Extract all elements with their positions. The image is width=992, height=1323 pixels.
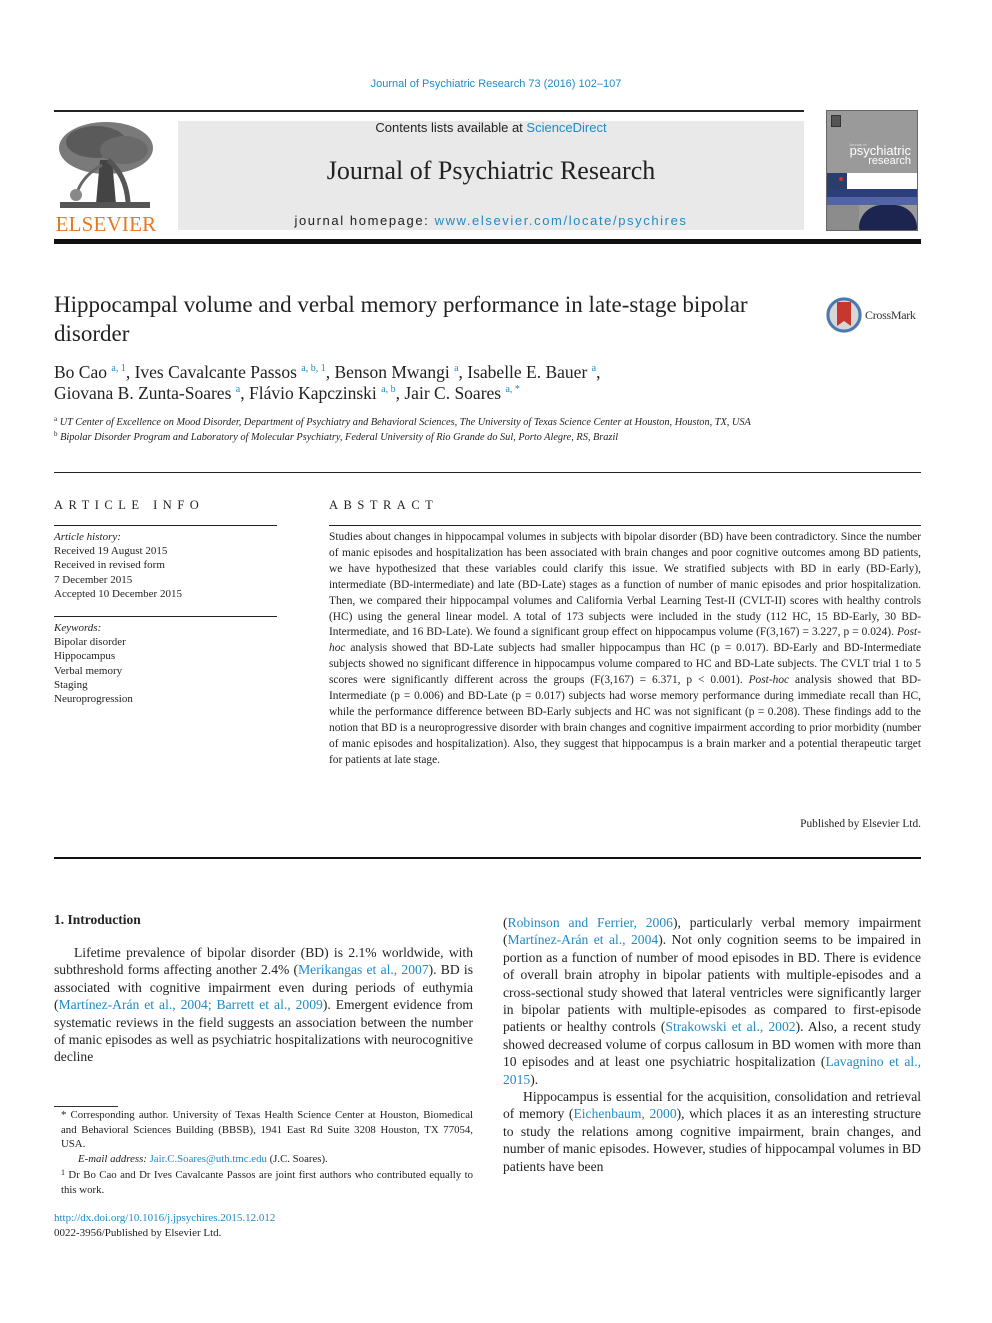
history-label: Article history:	[54, 531, 121, 543]
doi-link[interactable]: http://dx.doi.org/10.1016/j.jpsychires.2…	[54, 1212, 275, 1224]
abstract-heading: ABSTRACT	[329, 498, 439, 512]
reference-link[interactable]: Eichenbaum, 2000	[573, 1106, 676, 1121]
doi-block: http://dx.doi.org/10.1016/j.jpsychires.2…	[54, 1211, 275, 1241]
article-title: Hippocampal volume and verbal memory per…	[54, 292, 748, 346]
header-top-rule	[54, 110, 804, 112]
crossmark-button[interactable]: CrossMark	[825, 296, 925, 334]
keyword: Bipolar disorder	[54, 636, 126, 649]
footnotes: * Corresponding author. University of Te…	[54, 1108, 473, 1197]
author[interactable]: Ives Cavalcante Passos a, b, 1	[135, 362, 326, 382]
author-affil-link[interactable]: a, *	[505, 384, 519, 395]
joint-author-note: 1 Dr Bo Cao and Dr Ives Cavalcante Passo…	[61, 1168, 473, 1196]
keyword: Neuroprogression	[54, 693, 133, 706]
history-item: Accepted 10 December 2015	[54, 587, 182, 600]
intro-paragraph: Hippocampus is essential for the acquisi…	[503, 1089, 921, 1174]
crossmark-icon	[826, 297, 862, 333]
article-history: Article history: Received 19 August 2015…	[54, 530, 277, 601]
keyword: Staging	[54, 678, 88, 691]
journal-title: Journal of Psychiatric Research	[326, 156, 656, 185]
elsevier-wordmark: ELSEVIER	[55, 212, 157, 236]
crossmark-label: CrossMark	[865, 308, 916, 322]
author[interactable]: Benson Mwangi a	[334, 362, 458, 382]
homepage-prefix: journal homepage:	[294, 213, 435, 228]
author[interactable]: Jair C. Soares a, *	[404, 383, 520, 403]
issn-line: 0022-3956/Published by Elsevier Ltd.	[54, 1227, 222, 1239]
contents-available-line: Contents lists available at ScienceDirec…	[178, 120, 804, 135]
abstract-bottom-rule	[54, 857, 921, 859]
affiliations: a UT Center of Excellence on Mood Disord…	[54, 416, 814, 445]
elsevier-logo[interactable]: ELSEVIER	[54, 120, 158, 236]
abstract-text: Studies about changes in hippocampal vol…	[329, 531, 921, 766]
author[interactable]: Bo Cao a, 1	[54, 362, 126, 382]
intro-paragraph: (Robinson and Ferrier, 2006), particular…	[503, 915, 921, 1087]
body-column-right: (Robinson and Ferrier, 2006), particular…	[503, 914, 921, 1175]
header-thick-rule	[54, 239, 921, 244]
reference-link[interactable]: Merikangas et al., 2007	[298, 962, 429, 977]
keyword: Verbal memory	[54, 664, 123, 677]
cover-band	[827, 197, 917, 205]
cover-title-line2: research	[868, 155, 911, 167]
contents-prefix: Contents lists available at	[375, 120, 527, 135]
history-item: 7 December 2015	[54, 573, 133, 586]
keywords: Keywords: Bipolar disorder Hippocampus V…	[54, 621, 277, 706]
reference-link[interactable]: Robinson and Ferrier, 2006	[508, 915, 673, 930]
keywords-label: Keywords:	[54, 622, 102, 634]
info-divider	[54, 525, 277, 526]
history-item: Received in revised form	[54, 559, 165, 572]
cover-gray-block	[827, 205, 859, 230]
history-item: Received 19 August 2015	[54, 545, 168, 558]
author[interactable]: Giovana B. Zunta-Soares a	[54, 383, 240, 403]
cover-brain-image	[859, 205, 917, 230]
cover-publisher-logo	[831, 115, 841, 127]
journal-citation-link[interactable]: Journal of Psychiatric Research 73 (2016…	[0, 78, 992, 90]
journal-homepage-line: journal homepage: www.elsevier.com/locat…	[178, 213, 804, 228]
body-column-left: 1. Introduction Lifetime prevalence of b…	[54, 912, 473, 1066]
author-list: Bo Cao a, 1, Ives Cavalcante Passos a, b…	[54, 362, 601, 403]
section-divider	[54, 472, 921, 473]
email-link[interactable]: Jair.C.Soares@uth.tmc.edu	[150, 1153, 267, 1165]
corresponding-author-note: * Corresponding author. University of Te…	[61, 1109, 473, 1150]
intro-paragraph: Lifetime prevalence of bipolar disorder …	[54, 945, 473, 1065]
article-info-heading: ARTICLE INFO	[54, 498, 205, 512]
published-by: Published by Elsevier Ltd.	[800, 818, 921, 830]
abstract-divider	[329, 525, 921, 526]
affiliation: b Bipolar Disorder Program and Laborator…	[54, 429, 619, 443]
journal-homepage-link[interactable]: www.elsevier.com/locate/psychires	[435, 213, 688, 228]
section-heading-introduction: 1. Introduction	[54, 912, 141, 927]
cover-image-strip	[827, 173, 917, 189]
author[interactable]: Flávio Kapczinski a, b	[249, 383, 396, 403]
affiliation: a UT Center of Excellence on Mood Disord…	[54, 415, 751, 429]
reference-link[interactable]: Strakowski et al., 2002	[665, 1019, 795, 1034]
info-divider	[54, 616, 277, 617]
elsevier-tree-icon	[56, 120, 154, 212]
cover-band	[827, 189, 917, 197]
footnote-rule	[54, 1106, 118, 1107]
reference-link[interactable]: Martínez-Arán et al., 2004; Barrett et a…	[59, 997, 323, 1012]
author-affil-link[interactable]: a, 1	[111, 363, 125, 374]
keyword: Hippocampus	[54, 650, 116, 663]
author[interactable]: Isabelle E. Bauer a	[467, 362, 596, 382]
email-note: E-mail address: Jair.C.Soares@uth.tmc.ed…	[78, 1152, 328, 1165]
sciencedirect-link[interactable]: ScienceDirect	[526, 120, 606, 135]
author-affil-link[interactable]: a, b, 1	[301, 363, 325, 374]
author-affil-link[interactable]: a, b	[381, 384, 395, 395]
reference-link[interactable]: Martínez-Arán et al., 2004	[508, 932, 659, 947]
journal-cover-image[interactable]: Journal of psychiatric research	[826, 110, 918, 231]
